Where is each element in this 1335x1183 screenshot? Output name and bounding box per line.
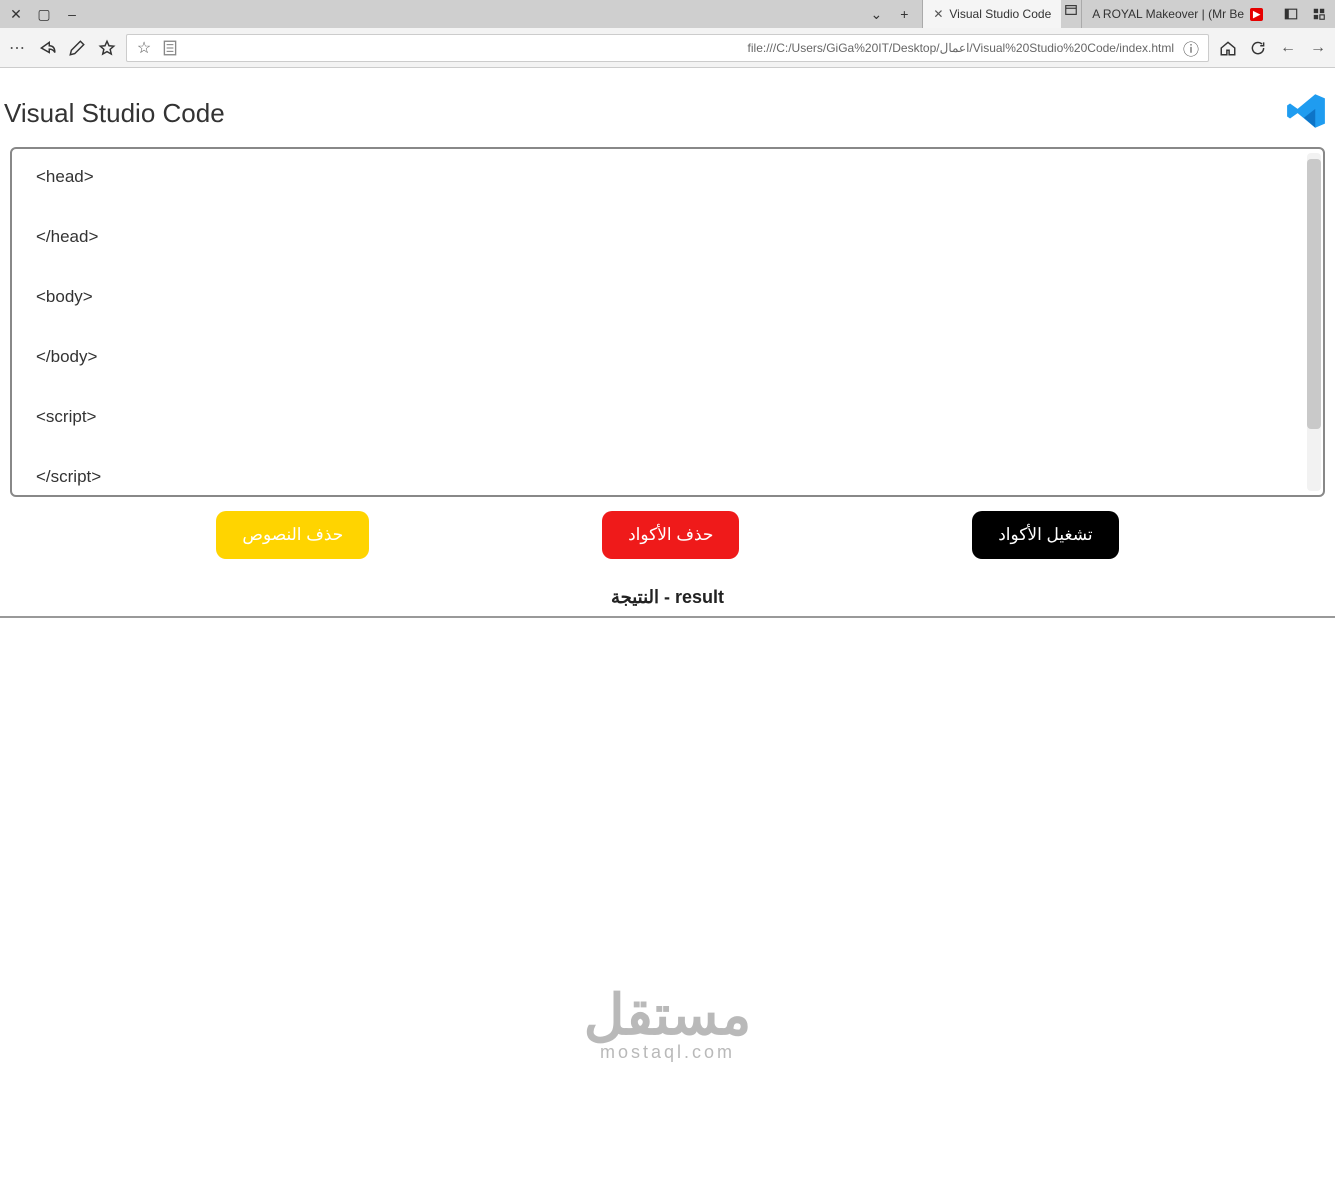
page-title: Visual Studio Code bbox=[4, 98, 225, 129]
reading-mode-icon[interactable] bbox=[161, 39, 179, 57]
browser-toolbar: ⋯ ☆ file:///C:/Users/GiGa%20IT/Desktop/ا… bbox=[0, 28, 1335, 68]
sidebar-icon[interactable] bbox=[1281, 4, 1301, 24]
code-line: <script> bbox=[36, 407, 1299, 427]
tab-title: Visual Studio Code bbox=[949, 7, 1051, 21]
code-line: <head> bbox=[36, 167, 1299, 187]
result-label: النتيجة - result bbox=[0, 569, 1335, 616]
tab-window-icon[interactable] bbox=[1061, 0, 1081, 20]
tab-youtube[interactable]: A ROYAL Makeover | (Mr Be ▶ bbox=[1081, 0, 1273, 28]
editor-content: <head> </head> <body> </body> <script> <… bbox=[36, 167, 1299, 487]
toolbar-left: ⋯ bbox=[8, 39, 116, 57]
more-icon[interactable]: ⋯ bbox=[8, 39, 26, 57]
code-line: </body> bbox=[36, 347, 1299, 367]
code-line: </head> bbox=[36, 227, 1299, 247]
address-bar[interactable]: ☆ file:///C:/Users/GiGa%20IT/Desktop/اعم… bbox=[126, 34, 1209, 62]
buttons-row: تشغيل الأكواد حذف الأكواد حذف النصوص bbox=[0, 497, 1335, 569]
forward-icon[interactable]: → bbox=[1309, 39, 1327, 57]
window-close-button[interactable]: ✕ bbox=[6, 4, 26, 24]
watermark: مستقل mostaql.com bbox=[584, 982, 752, 1063]
tab-title: A ROYAL Makeover | (Mr Be bbox=[1092, 7, 1244, 21]
extensions-icon[interactable] bbox=[1309, 4, 1329, 24]
code-line: </script> bbox=[36, 467, 1299, 487]
delete-code-button[interactable]: حذف الأكواد bbox=[602, 511, 739, 559]
scrollbar-thumb[interactable] bbox=[1307, 159, 1321, 429]
url-text[interactable]: file:///C:/Users/GiGa%20IT/Desktop/اعمال… bbox=[187, 41, 1174, 55]
browser-tab-strip: ✕ ▢ – ⌄ + ✕ Visual Studio Code A ROYAL M… bbox=[0, 0, 1335, 28]
clear-text-button[interactable]: حذف النصوص bbox=[216, 511, 369, 559]
bookmark-star-icon[interactable]: ☆ bbox=[135, 39, 153, 57]
window-minimize-button[interactable]: – bbox=[62, 4, 82, 24]
page-content: Visual Studio Code <head> </head> <body>… bbox=[0, 68, 1335, 618]
youtube-icon: ▶ bbox=[1250, 8, 1263, 21]
tabs-and-controls: ⌄ + ✕ Visual Studio Code A ROYAL Makeove… bbox=[866, 0, 1329, 28]
code-editor[interactable]: <head> </head> <body> </body> <script> <… bbox=[10, 147, 1325, 497]
watermark-arabic: مستقل bbox=[584, 982, 752, 1048]
share-icon[interactable] bbox=[38, 39, 56, 57]
toolbar-right: ← → bbox=[1219, 39, 1327, 57]
editor-scrollbar[interactable] bbox=[1307, 153, 1321, 491]
site-info-icon[interactable]: ⓘ bbox=[1182, 39, 1200, 57]
home-icon[interactable] bbox=[1219, 39, 1237, 57]
tab-close-icon[interactable]: ✕ bbox=[933, 7, 943, 21]
back-icon[interactable]: ← bbox=[1279, 39, 1297, 57]
window-controls: ✕ ▢ – bbox=[6, 4, 82, 24]
edit-icon[interactable] bbox=[68, 39, 86, 57]
refresh-icon[interactable] bbox=[1249, 39, 1267, 57]
new-tab-button[interactable]: + bbox=[894, 4, 914, 24]
tab-dropdown[interactable]: ⌄ bbox=[866, 4, 886, 24]
tabs-area: ✕ Visual Studio Code A ROYAL Makeover | … bbox=[922, 0, 1273, 28]
code-line: <body> bbox=[36, 287, 1299, 307]
watermark-latin: mostaql.com bbox=[584, 1042, 752, 1063]
vscode-logo-icon bbox=[1285, 90, 1327, 137]
page-header: Visual Studio Code bbox=[0, 68, 1335, 147]
tab-vscode[interactable]: ✕ Visual Studio Code bbox=[922, 0, 1061, 28]
window-restore-button[interactable]: ▢ bbox=[34, 4, 54, 24]
favorites-icon[interactable] bbox=[98, 39, 116, 57]
run-code-button[interactable]: تشغيل الأكواد bbox=[972, 511, 1118, 559]
